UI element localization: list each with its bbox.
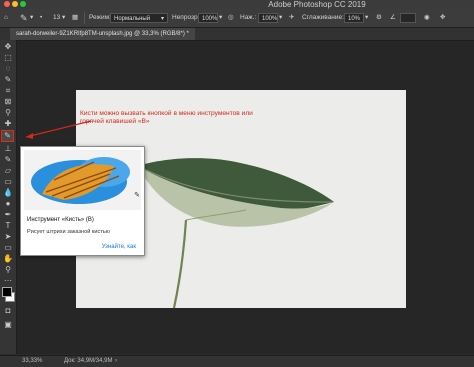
tooltip-preview-image: [24, 150, 141, 210]
learn-how-link[interactable]: Узнайте, как: [102, 244, 136, 250]
zoom-level[interactable]: 33,33%: [22, 356, 42, 367]
document-info[interactable]: Док: 34,9M/34,9M: [64, 356, 112, 367]
brush-tool-tooltip: ✎ Инструмент «Кисть» (B) Рисует штрихи з…: [20, 146, 145, 256]
status-menu-icon[interactable]: ›: [115, 356, 117, 367]
tooltip-title: Инструмент «Кисть» (B): [27, 217, 94, 223]
brush-stroke-preview: [31, 157, 130, 204]
tooltip-description: Рисует штрихи заказной кистью: [27, 229, 110, 235]
annotation-text: Кисти можно вызвать кнопкой в меню инстр…: [80, 110, 253, 125]
brush-cursor-icon: ✎: [134, 192, 140, 199]
status-bar: 33,33% Док: 34,9M/34,9M ›: [0, 355, 474, 367]
